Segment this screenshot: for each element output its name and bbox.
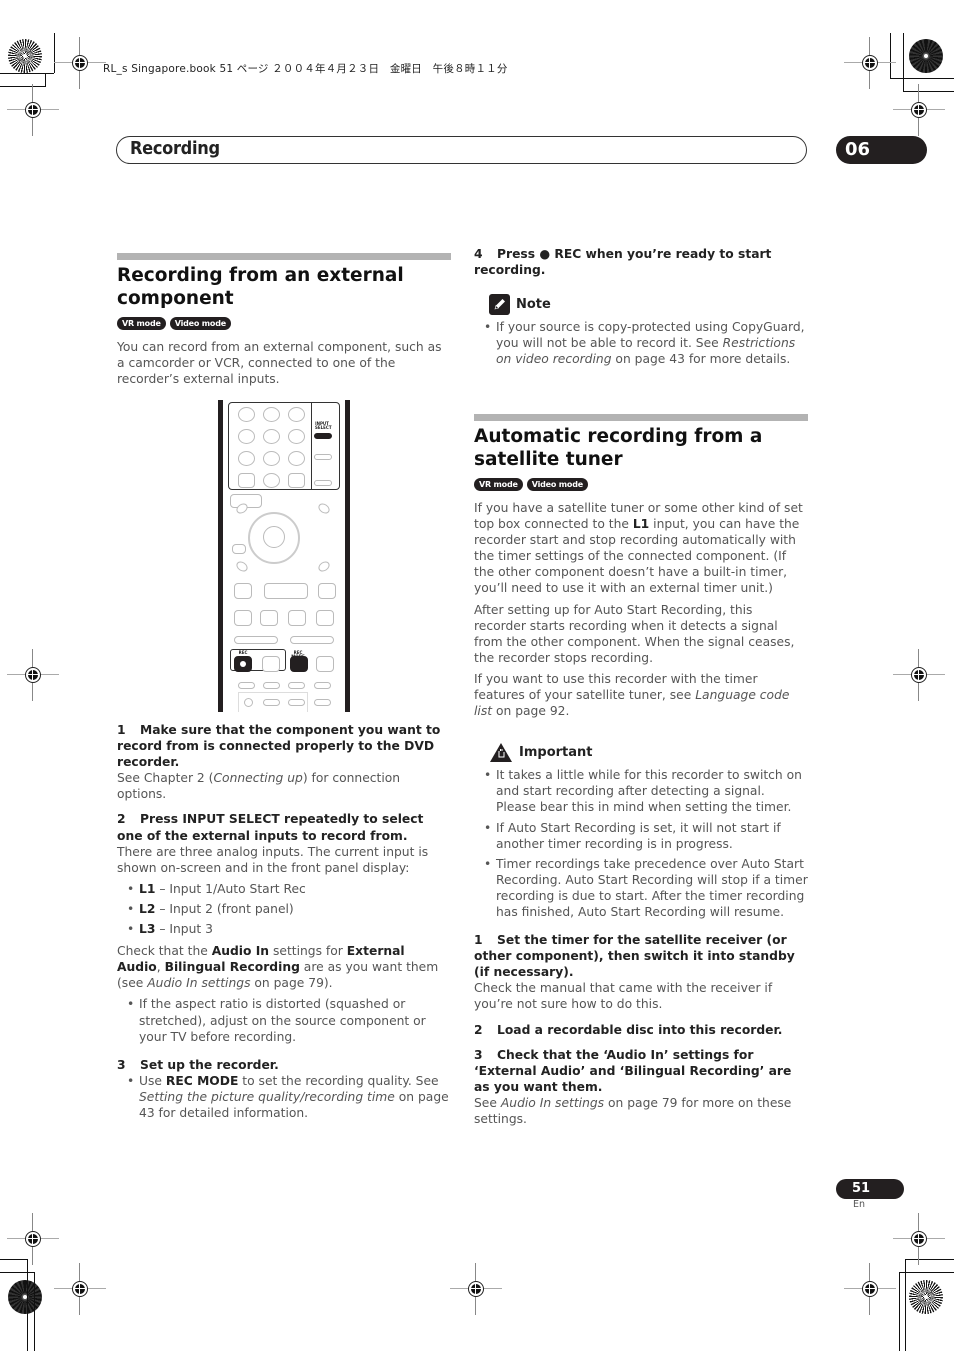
section-divider [117,253,451,260]
pencil-note-icon [489,294,510,316]
rec-mode-button [290,656,308,672]
right-top: 4 Press ● REC when you’re ready to start … [474,246,808,373]
registration-mark-icon [7,649,59,701]
note-heading: Note [489,294,808,316]
warning-hand-icon [490,743,512,763]
input-item-l3: L3 – Input 3 [127,921,451,937]
input-item-l2: L2 – Input 2 (front panel) [127,901,451,917]
step-3-heading: 3 Set up the recorder. [117,1057,279,1072]
section-title: Recording from an external component [117,265,404,309]
sat-step-3-heading: 3 Check that the ‘Audio In’ settings for … [474,1047,792,1094]
vr-mode-badge: VR mode [474,478,523,491]
step-1-body: See Chapter 2 (Connecting up) for connec… [117,771,401,802]
step-3-list: Use REC MODE to set the recording qualit… [117,1073,451,1121]
input-select-label: INPUT SELECT [315,421,332,430]
print-header: RL_s Singapore.book 51 ページ ２００４年４月２３日 金曜… [103,63,508,75]
video-mode-badge: Video mode [526,478,588,491]
note-item: If your source is copy-protected using C… [484,319,808,367]
registration-mark-icon [7,84,59,136]
step-2-body: There are three analog inputs. The curre… [117,844,429,875]
rec-button [234,656,252,672]
important-list: It takes a little while for this recorde… [474,767,808,920]
intro-text: If you have a satellite tuner or some ot… [474,501,803,596]
timer-features-text: If you want to use this recorder with th… [474,671,790,719]
registration-mark-icon [893,649,945,701]
auto-start-text: After setting up for Auto Start Recordin… [474,602,795,665]
step-2-heading: 2 Press INPUT SELECT repeatedly to select… [117,812,424,843]
mode-badges: VR mode Video mode [117,317,451,330]
section-external-component: Recording from an external component VR … [117,253,451,392]
section-satellite-tuner: Automatic recording from a satellite tun… [474,414,808,1132]
page-language: En [853,1199,866,1210]
mode-badges: VR mode Video mode [474,478,808,491]
important-item: If Auto Start Recording is set, it will … [484,820,808,852]
input-item-l1: L1 – Input 1/Auto Start Rec [127,881,451,897]
chapter-number: 06 [836,136,927,164]
note-list: If your source is copy-protected using C… [474,319,808,367]
registration-mark-icon [844,37,896,89]
step-4-heading: 4 Press ● REC when you’re ready to start … [474,247,772,278]
registration-mark-icon [54,1263,106,1315]
registration-mark-icon [54,37,106,89]
registration-mark-icon [844,1263,896,1315]
color-target-icon [8,1280,42,1314]
sat-step-1-heading: 1 Set the timer for the satellite receive… [474,933,795,980]
registration-mark-icon [893,84,945,136]
rec-label: REC [238,650,248,655]
rec-mode-note: Use REC MODE to set the recording qualit… [127,1073,451,1121]
aspect-note-list: If the aspect ratio is distorted (squash… [117,996,451,1044]
remote-control-illustration: INPUT SELECT REC REC MODE [218,400,350,712]
vr-mode-badge: VR mode [117,317,166,330]
audio-in-check-text: Check that the Audio In settings for Ext… [117,944,439,991]
input-select-button [314,433,332,439]
sat-step-3-body: See Audio In settings on page 79 for mor… [474,1095,792,1126]
important-item: It takes a little while for this recorde… [484,767,808,815]
step-1-heading: 1 Make sure that the component you want t… [117,723,441,770]
important-item: Timer recordings take precedence over Au… [484,856,808,920]
video-mode-badge: Video mode [169,317,231,330]
left-steps: 1 Make sure that the component you want t… [117,722,451,1127]
section-title: Automatic recording from a satellite tun… [474,426,763,470]
color-target-icon [909,39,943,73]
registration-mark-icon [450,1263,502,1315]
page-number: 51 [836,1179,904,1199]
aspect-note: If the aspect ratio is distorted (squash… [127,996,451,1044]
section-divider [474,414,808,421]
intro-text: You can record from an external componen… [117,340,442,387]
registration-mark-icon [893,1213,945,1265]
sat-step-2-heading: 2 Load a recordable disc into this record… [474,1022,783,1037]
color-target-icon [8,39,42,73]
input-list: L1 – Input 1/Auto Start Rec L2 – Input 2… [117,881,451,937]
chapter-title: Recording [130,138,220,159]
color-target-icon [909,1280,943,1314]
registration-mark-icon [7,1213,59,1265]
sat-step-1-body: Check the manual that came with the rece… [474,981,773,1012]
important-heading: Important [489,742,808,763]
